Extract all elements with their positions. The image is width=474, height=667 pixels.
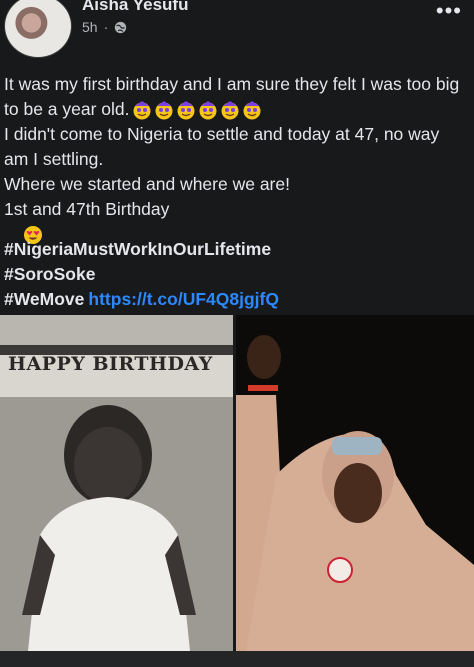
party-face-emoji-icon [199, 101, 216, 120]
hashtag-sorosoke[interactable]: #SoroSoke [4, 262, 279, 287]
globe-icon [115, 21, 127, 33]
party-face-emoji-icon [155, 101, 172, 120]
author-name[interactable]: Aisha Yesufu [82, 0, 188, 15]
party-face-emoji-icon [221, 101, 238, 120]
party-face-emoji-icon [243, 101, 260, 120]
post-link[interactable]: https://t.co/UF4Q8jgjfQ [88, 289, 279, 309]
party-face-emoji-icon [177, 101, 194, 120]
hashtag-nigeriamustwork[interactable]: #NigeriaMustWorkInOurLifetime [4, 237, 279, 262]
meta-separator: · [103, 19, 109, 35]
post-header: Aisha Yesufu 5h · ••• [0, 0, 474, 64]
party-face-emojis [132, 100, 262, 120]
adult-portrait-photo[interactable] [236, 315, 474, 651]
author-avatar[interactable] [4, 0, 72, 58]
post-time[interactable]: 5h [82, 19, 98, 35]
party-face-emoji-icon [133, 101, 150, 120]
post-line-1: It was my first birthday and I am sure t… [4, 74, 465, 120]
hashtags: #NigeriaMustWorkInOurLifetime #SoroSoke … [4, 237, 279, 312]
raised-fist-figure-illustration [236, 315, 474, 651]
childhood-photo[interactable]: HAPPY BIRTHDAY [0, 315, 233, 651]
more-options-icon[interactable]: ••• [436, 0, 462, 24]
post-line-2: I didn't come to Nigeria to settle and t… [4, 124, 445, 169]
hashtag-wemove[interactable]: #WeMove [4, 289, 84, 309]
post-line-3: Where we started and where we are! [4, 174, 290, 194]
child-figure-illustration [0, 397, 233, 651]
post-meta: 5h · [82, 19, 127, 35]
hashtag-wemove-line: #WeMove https://t.co/UF4Q8jgjfQ [4, 287, 279, 312]
bottom-bar [0, 651, 474, 667]
